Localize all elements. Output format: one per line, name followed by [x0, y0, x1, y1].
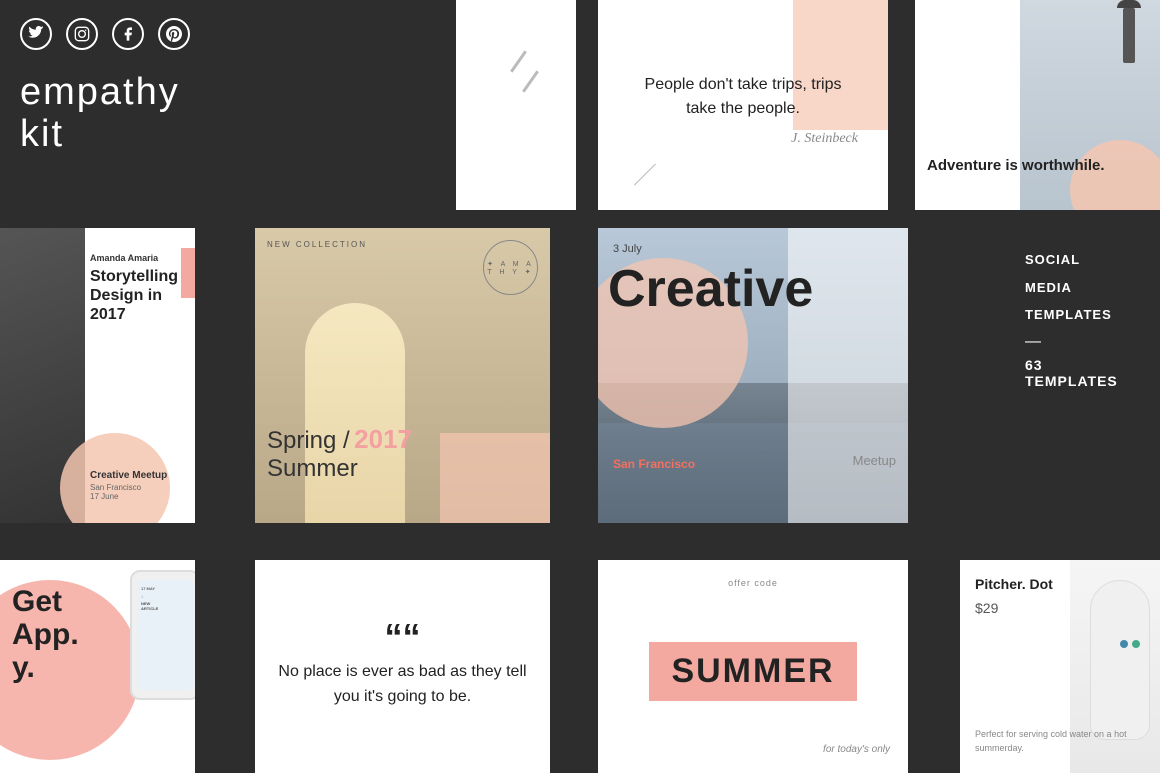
dot-teal: [1132, 640, 1140, 648]
today-only: for today's only: [823, 744, 890, 755]
summer-label: Summer: [267, 455, 412, 483]
card-creative-meetup: 3 July Creative San Francisco Meetup: [598, 228, 908, 523]
templates-label: TEMPLATES: [1025, 305, 1140, 325]
adventure-text: Adventure is worthwhile.: [927, 156, 1105, 176]
spring-summer-text: Spring / 2017 Summer: [267, 424, 412, 483]
dash-separator: —: [1025, 333, 1140, 351]
pinterest-icon[interactable]: [158, 18, 190, 50]
instagram-icon[interactable]: [66, 18, 98, 50]
card-spring-summer: NEW COLLECTION ✦ A M AT H Y ✦ Spring / 2…: [255, 228, 550, 523]
author-name: Amanda Amaria: [90, 253, 187, 263]
slash-line-1: [510, 50, 527, 72]
circle-logo: ✦ A M AT H Y ✦: [483, 240, 538, 295]
template-count: 63 TEMPLATES: [1025, 357, 1140, 389]
card-summer-offer: offer code SUMMER for today's only: [598, 560, 908, 773]
logo-text: ✦ A M AT H Y ✦: [487, 260, 534, 276]
phone-screen: 17 MAY 1 NEWARTICLE: [137, 580, 193, 690]
card-quote: ““ No place is ever as bad as they tell …: [255, 560, 550, 773]
social-icons-row: [20, 18, 210, 50]
phone-mockup: 17 MAY 1 NEWARTICLE: [130, 570, 195, 700]
sidebar-right: SOCIAL MEDIA TEMPLATES — 63 TEMPLATES: [1005, 230, 1160, 409]
social-label: SOCIAL: [1025, 250, 1140, 270]
quote-text: People don't take trips, trips take the …: [598, 63, 888, 131]
vase-shape: [1090, 580, 1150, 740]
event-location: San Francisco 17 June: [90, 483, 167, 501]
article-title: Storytelling Design in 2017: [90, 267, 187, 325]
event-date: 3 July: [613, 243, 642, 255]
card-pitcher: Pitcher. Dot $29 Perfect for serving col…: [960, 560, 1160, 773]
card-storytelling: Amanda Amaria Storytelling Design in 201…: [0, 228, 195, 523]
diagonal-decoration: [634, 164, 656, 186]
spring-slash: Spring / 2017: [267, 424, 412, 455]
brand-title: empathy kit: [20, 72, 210, 156]
event-info: Creative Meetup San Francisco 17 June: [90, 470, 167, 501]
creative-title: Creative: [608, 263, 813, 315]
beach-person: [305, 303, 405, 523]
card-get-app: GetApp.y. 17 MAY 1 NEWARTICLE: [0, 560, 195, 773]
get-app-text: GetApp.y.: [12, 585, 79, 684]
twitter-icon[interactable]: [20, 18, 52, 50]
event-name: Creative Meetup: [90, 470, 167, 481]
location-text: San Francisco: [613, 456, 695, 473]
slash-line-2: [522, 70, 539, 92]
pitcher-title: Pitcher. Dot: [975, 576, 1053, 592]
pitcher-price: $29: [975, 600, 998, 616]
card-top-slash: [456, 0, 576, 210]
card-top-quote: People don't take trips, trips take the …: [598, 0, 888, 210]
summer-text: SUMMER: [671, 652, 834, 691]
quote-body: No place is ever as bad as they tell you…: [275, 660, 530, 710]
peach-block: [440, 433, 550, 523]
open-quote: ““: [385, 623, 421, 652]
meetup-subtitle: Meetup: [853, 453, 896, 468]
facebook-icon[interactable]: [112, 18, 144, 50]
dot-blue: [1120, 640, 1128, 648]
card-top-adventure: Adventure is worthwhile.: [915, 0, 1160, 210]
collection-label: NEW COLLECTION: [267, 240, 367, 249]
pitcher-dots: [1120, 640, 1140, 648]
pitcher-description: Perfect for serving cold water on a hot …: [975, 728, 1145, 755]
summer-box: SUMMER: [649, 642, 856, 701]
media-label: MEDIA: [1025, 278, 1140, 298]
storytelling-text: Amanda Amaria Storytelling Design in 201…: [90, 253, 187, 325]
quote-author: J. Steinbeck: [598, 131, 888, 147]
offer-label: offer code: [728, 578, 778, 588]
